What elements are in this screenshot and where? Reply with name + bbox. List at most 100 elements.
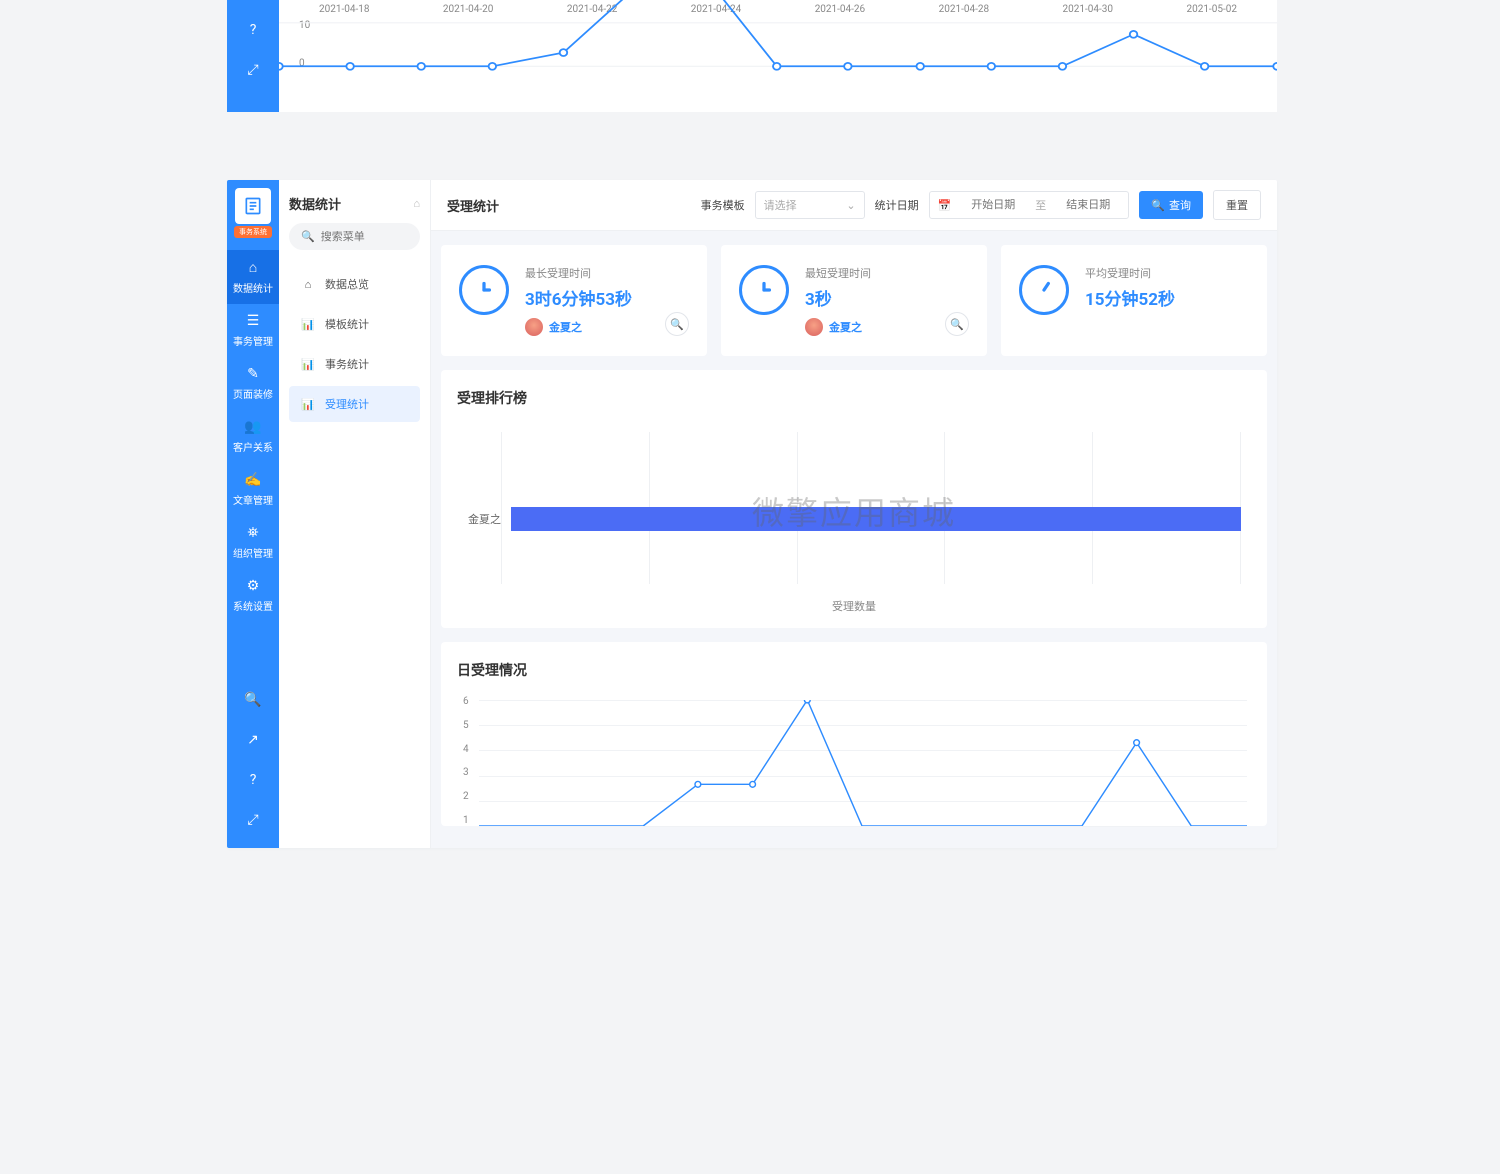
ranking-bar [511,507,1241,531]
home-icon: ⌂ [301,278,315,291]
panel-title: 受理排行榜 [451,388,1257,408]
date-sep: 至 [1035,197,1046,213]
daily-panel: 日受理情况 6 5 4 3 2 1 [441,642,1267,826]
nav-label: 系统设置 [233,598,273,613]
cog-icon: ⚙ [247,578,260,594]
nav-page-deco[interactable]: ✎ 页面装修 [227,357,279,410]
clock-icon [459,265,509,315]
top-chart-fragment: ? ⤢ 10 0 2021-04-18 2021-04-20 2021-04-2… [227,0,1277,112]
stat-card-shortest: 最短受理时间 3秒 金夏之 🔍 [721,245,987,356]
daily-line-svg [479,700,1247,826]
reset-button[interactable]: 重置 [1213,190,1261,220]
y-tick: 3 [463,767,469,778]
sub-item-accept-stats[interactable]: 📊 受理统计 [289,386,420,422]
magic-icon: ✎ [247,366,259,382]
panel-title: 日受理情况 [451,660,1257,680]
avatar [805,318,823,336]
nav-label: 事务管理 [233,333,273,348]
y-tick: 6 [463,696,469,707]
top-fragment-sidebar: ? ⤢ [227,0,279,112]
avatar [525,318,543,336]
filter-template-label: 事务模板 [701,197,745,213]
top-fragment-chart: 10 0 2021-04-18 2021-04-20 2021-04-22 20… [279,0,1277,112]
sub-item-template-stats[interactable]: 📊 模板统计 [289,306,420,342]
stat-user-name: 金夏之 [549,319,582,335]
sub-item-task-stats[interactable]: 📊 事务统计 [289,346,420,382]
primary-sidebar: 事务系统 ⌂ 数据统计 ☰ 事务管理 ✎ 页面装修 👥 客户关系 ✍ 文章管理 [227,180,279,848]
main-panel: 事务系统 ⌂ 数据统计 ☰ 事务管理 ✎ 页面装修 👥 客户关系 ✍ 文章管理 [227,180,1277,848]
help-icon[interactable]: ? [250,22,257,38]
y-tick: 2 [463,791,469,802]
nav-task-mgmt[interactable]: ☰ 事务管理 [227,304,279,357]
stat-search-button[interactable]: 🔍 [945,312,969,336]
sub-item-label: 事务统计 [325,356,369,372]
home-icon: ⌂ [249,259,257,276]
edit-icon: ✍ [244,472,261,488]
ranking-chart: 金夏之 微擎应用商城 受理数量 [451,424,1257,614]
sub-sidebar: 数据统计 ⌂ 🔍 ⌂ 数据总览 📊 模板统计 📊 事务统计 📊 受理统计 [279,180,431,848]
users-icon: 👥 [244,419,261,435]
query-button[interactable]: 🔍 查询 [1139,191,1203,219]
stat-label: 平均受理时间 [1085,265,1175,281]
calendar-icon: 📅 [938,199,952,212]
sub-item-label: 数据总览 [325,276,369,292]
expand-icon[interactable]: ⤢ [247,62,258,78]
search-icon: 🔍 [1151,199,1165,212]
nav-label: 客户关系 [233,439,273,454]
help-icon[interactable]: ? [250,772,257,788]
sitemap-icon: ⛯ [247,525,258,541]
ranking-panel: 受理排行榜 金夏之 微擎应用商城 受理数量 [441,370,1267,628]
ranking-xlabel: 受理数量 [451,586,1257,614]
stat-card-average: 平均受理时间 15分钟52秒 [1001,245,1267,356]
sub-item-overview[interactable]: ⌂ 数据总览 [289,266,420,302]
y-tick: 1 [463,815,469,826]
nav-label: 数据统计 [233,280,273,295]
nav-settings[interactable]: ⚙ 系统设置 [227,569,279,622]
sub-item-label: 模板统计 [325,316,369,332]
button-label: 查询 [1169,197,1191,213]
stat-card-longest: 最长受理时间 3时6分钟53秒 金夏之 🔍 [441,245,707,356]
line-chart-svg [279,0,1277,80]
nav-org[interactable]: ⛯ 组织管理 [227,516,279,569]
y-tick: 5 [463,720,469,731]
y-tick: 4 [463,744,469,755]
end-date-input[interactable] [1056,199,1120,211]
date-range-picker[interactable]: 📅 至 [929,191,1130,219]
content-header: 受理统计 事务模板 请选择 ⌄ 统计日期 📅 至 🔍 [431,180,1277,231]
stat-value: 3时6分钟53秒 [525,285,632,310]
nav-article[interactable]: ✍ 文章管理 [227,463,279,516]
expand-icon[interactable]: ⤢ [247,812,258,828]
app-badge: 事务系统 [234,226,272,238]
select-placeholder: 请选择 [764,197,797,213]
clock-icon [739,265,789,315]
list-icon: ☰ [247,313,260,329]
breadcrumb-home-icon[interactable]: ⌂ [413,197,420,210]
nav-label: 页面装修 [233,386,273,401]
ranking-bar-label: 金夏之 [459,511,501,527]
search-icon: 🔍 [301,230,315,243]
search-icon[interactable]: 🔍 [244,692,261,708]
nav-label: 组织管理 [233,545,273,560]
stat-search-button[interactable]: 🔍 [665,312,689,336]
stat-value: 15分钟52秒 [1085,285,1175,310]
stat-user-name: 金夏之 [829,319,862,335]
nav-crm[interactable]: 👥 客户关系 [227,410,279,463]
content-area: 受理统计 事务模板 请选择 ⌄ 统计日期 📅 至 🔍 [431,180,1277,848]
external-link-icon[interactable]: ↗ [247,732,259,748]
sub-sidebar-title: 数据统计 [289,194,341,213]
gauge-icon [1019,265,1069,315]
chart-icon: 📊 [301,398,315,411]
menu-search-input[interactable] [321,231,408,243]
button-label: 重置 [1226,197,1248,213]
app-logo-icon[interactable] [235,188,271,224]
stats-row: 最长受理时间 3时6分钟53秒 金夏之 🔍 [441,245,1267,356]
start-date-input[interactable] [961,199,1025,211]
stat-value: 3秒 [805,285,871,310]
menu-search[interactable]: 🔍 [289,223,420,250]
stat-label: 最短受理时间 [805,265,871,281]
daily-chart: 6 5 4 3 2 1 [451,696,1257,826]
template-select[interactable]: 请选择 ⌄ [755,191,865,219]
sub-item-label: 受理统计 [325,396,369,412]
chart-icon: 📊 [301,358,315,371]
nav-data-stats[interactable]: ⌂ 数据统计 [227,250,279,304]
